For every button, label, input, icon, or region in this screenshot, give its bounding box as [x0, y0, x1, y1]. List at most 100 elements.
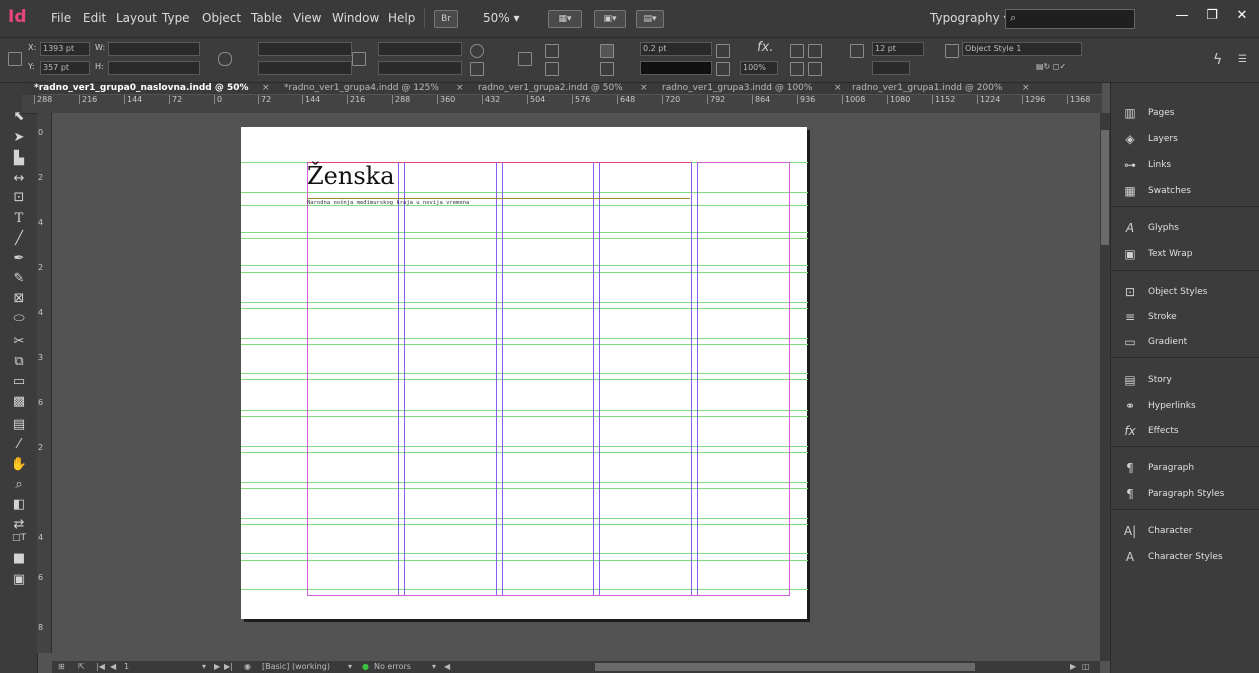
scroll-right-icon[interactable]: ▶ — [1070, 662, 1076, 671]
fx-icon[interactable]: fx. — [757, 40, 773, 55]
pen-tool-icon[interactable]: ✒ — [10, 250, 28, 268]
panel-pages[interactable]: ▥ Pages — [1114, 103, 1254, 125]
zoom-dropdown[interactable]: 50% ▾ — [483, 11, 520, 25]
tab-document-grupa2[interactable]: radno_ver1_grupa2.indd @ 50% — [478, 83, 623, 93]
view-options-icon[interactable]: ▦▾ — [548, 10, 582, 28]
direct-selection-tool-icon[interactable]: ➤ — [10, 129, 28, 147]
menu-view[interactable]: View — [293, 11, 321, 25]
horizontal-scrollbar-thumb[interactable] — [595, 663, 975, 671]
rectangle-frame-tool-icon[interactable]: ⊠ — [10, 290, 28, 308]
first-page-icon[interactable]: |◀ — [96, 662, 105, 671]
panel-story[interactable]: ▤ Story — [1114, 370, 1254, 392]
page-dropdown-icon[interactable]: ▾ — [202, 662, 206, 671]
pencil-tool-icon[interactable]: ✎ — [10, 270, 28, 288]
document-title-text[interactable]: Ženska — [307, 162, 395, 190]
line-style-dropdown[interactable] — [872, 61, 910, 75]
tab-document-grupa1[interactable]: radno_ver1_grupa1.indd @ 200% — [852, 83, 1002, 93]
formatting-container-icon[interactable]: □T — [10, 529, 28, 547]
select-container-icon[interactable] — [518, 52, 532, 66]
y-position-field[interactable]: 357 pt — [40, 61, 90, 75]
arrange-documents-icon[interactable]: ▤▾ — [636, 10, 664, 28]
tab-close-icon[interactable]: × — [262, 83, 270, 93]
document-subtitle-text[interactable]: Narodna nošnja međimurskog kraja u novij… — [307, 200, 469, 206]
last-page-icon[interactable]: ▶| — [224, 662, 233, 671]
menu-help[interactable]: Help — [388, 11, 415, 25]
panel-gradient[interactable]: ▭ Gradient — [1114, 332, 1254, 354]
drop-shadow-icon[interactable] — [716, 44, 730, 58]
bridge-button[interactable]: Br — [434, 10, 458, 28]
menu-window[interactable]: Window — [332, 11, 379, 25]
panel-paragraph-styles[interactable]: ¶ Paragraph Styles — [1114, 484, 1254, 506]
scissors-tool-icon[interactable]: ✂ — [10, 333, 28, 351]
object-style-dropdown[interactable]: Object Style 1 — [962, 42, 1082, 56]
split-window-icon[interactable]: ◫ — [1082, 662, 1090, 671]
minimize-button[interactable]: — — [1168, 4, 1196, 28]
next-page-icon[interactable]: ▶ — [214, 662, 220, 671]
panel-character-styles[interactable]: A Character Styles — [1114, 547, 1254, 569]
tab-close-icon[interactable]: × — [640, 83, 648, 93]
panel-links[interactable]: ⊶ Links — [1114, 155, 1254, 177]
stroke-swatch-icon[interactable] — [600, 62, 614, 76]
eyedropper-tool-icon[interactable]: ⁄ — [10, 436, 28, 454]
rotate-icon[interactable] — [470, 44, 484, 58]
stroke-type-dropdown[interactable] — [640, 61, 712, 75]
preflight-dropdown-icon[interactable]: ▾ — [432, 662, 436, 671]
panel-object-styles[interactable]: ⊡ Object Styles — [1114, 282, 1254, 304]
gradient-feather-tool-icon[interactable]: ▩ — [10, 393, 28, 411]
tab-close-icon[interactable]: × — [456, 83, 464, 93]
tab-close-icon[interactable]: × — [1022, 83, 1030, 93]
scale-y-field[interactable] — [258, 61, 352, 75]
panel-layers[interactable]: ◈ Layers — [1114, 129, 1254, 151]
apply-color-icon[interactable]: ■ — [10, 550, 28, 568]
style-override-icons[interactable]: ▤↻ ◻✓ — [1036, 62, 1066, 71]
panel-hyperlinks[interactable]: ⚭ Hyperlinks — [1114, 396, 1254, 418]
panel-stroke[interactable]: ≡ Stroke — [1114, 307, 1254, 329]
open-page-icon[interactable]: ⇱ — [78, 662, 85, 671]
zoom-tool-icon[interactable]: ⌕ — [10, 476, 28, 494]
stroke-weight-field[interactable]: 0.2 pt — [640, 42, 712, 56]
fit-content-icon[interactable] — [808, 44, 822, 58]
panel-glyphs[interactable]: A Glyphs — [1114, 218, 1254, 240]
font-size-field[interactable]: 12 pt — [872, 42, 924, 56]
menu-file[interactable]: File — [51, 11, 71, 25]
align-icon[interactable] — [545, 44, 559, 58]
menu-object[interactable]: Object — [202, 11, 241, 25]
preflight-profile-label[interactable]: [Basic] (working) — [262, 662, 330, 671]
gradient-swatch-tool-icon[interactable]: ▭ — [10, 373, 28, 391]
screen-mode-icon[interactable]: ▣▾ — [594, 10, 626, 28]
restore-button[interactable]: ❐ — [1198, 4, 1226, 28]
text-frame-options-icon[interactable] — [790, 44, 804, 58]
type-tool-icon[interactable]: T — [10, 210, 28, 228]
vertical-ruler[interactable]: 0 2 4 2 4 3 6 2 4 6 8 — [37, 113, 52, 653]
line-tool-icon[interactable]: ╱ — [10, 230, 28, 248]
workspace-switcher[interactable]: Typography ▾ — [930, 11, 1010, 25]
flip-icon[interactable] — [470, 62, 484, 76]
scale-x-field[interactable] — [258, 42, 352, 56]
column-width-icon[interactable] — [850, 44, 864, 58]
effects-dropdown-icon[interactable] — [716, 62, 730, 76]
free-transform-tool-icon[interactable]: ⧉ — [10, 353, 28, 371]
width-field[interactable] — [108, 42, 200, 56]
panel-menu-icon[interactable]: ☰ — [1238, 54, 1247, 65]
opacity-field[interactable]: 100% — [740, 61, 778, 75]
tab-document-grupa4[interactable]: *radno_ver1_grupa4.indd @ 125% — [284, 83, 439, 93]
panel-character[interactable]: A| Character — [1114, 521, 1254, 543]
hand-tool-icon[interactable]: ✋ — [10, 456, 28, 474]
constrain-proportions-icon[interactable] — [218, 52, 232, 66]
menu-edit[interactable]: Edit — [83, 11, 106, 25]
help-search-input[interactable]: ⌕ — [1005, 9, 1135, 29]
ellipse-tool-icon[interactable]: ⬭ — [10, 310, 28, 328]
gap-tool-icon[interactable]: ↔ — [10, 170, 28, 188]
note-tool-icon[interactable]: ▤ — [10, 416, 28, 434]
tab-document-naslovna[interactable]: *radno_ver1_grupa0_naslovna.indd @ 50% — [34, 83, 249, 93]
scroll-left-icon[interactable]: ◀ — [444, 662, 450, 671]
menu-layout[interactable]: Layout — [116, 11, 157, 25]
menu-type[interactable]: Type — [162, 11, 190, 25]
tab-document-grupa3[interactable]: radno_ver1_grupa3.indd @ 100% — [662, 83, 812, 93]
height-field[interactable] — [108, 61, 200, 75]
distribute-icon[interactable] — [545, 62, 559, 76]
fill-swatch-icon[interactable] — [600, 44, 614, 58]
panel-effects[interactable]: fx Effects — [1114, 421, 1254, 443]
page-number-field[interactable]: 1 — [124, 662, 129, 671]
preflight-profile-icon[interactable]: ◉ — [244, 662, 251, 671]
